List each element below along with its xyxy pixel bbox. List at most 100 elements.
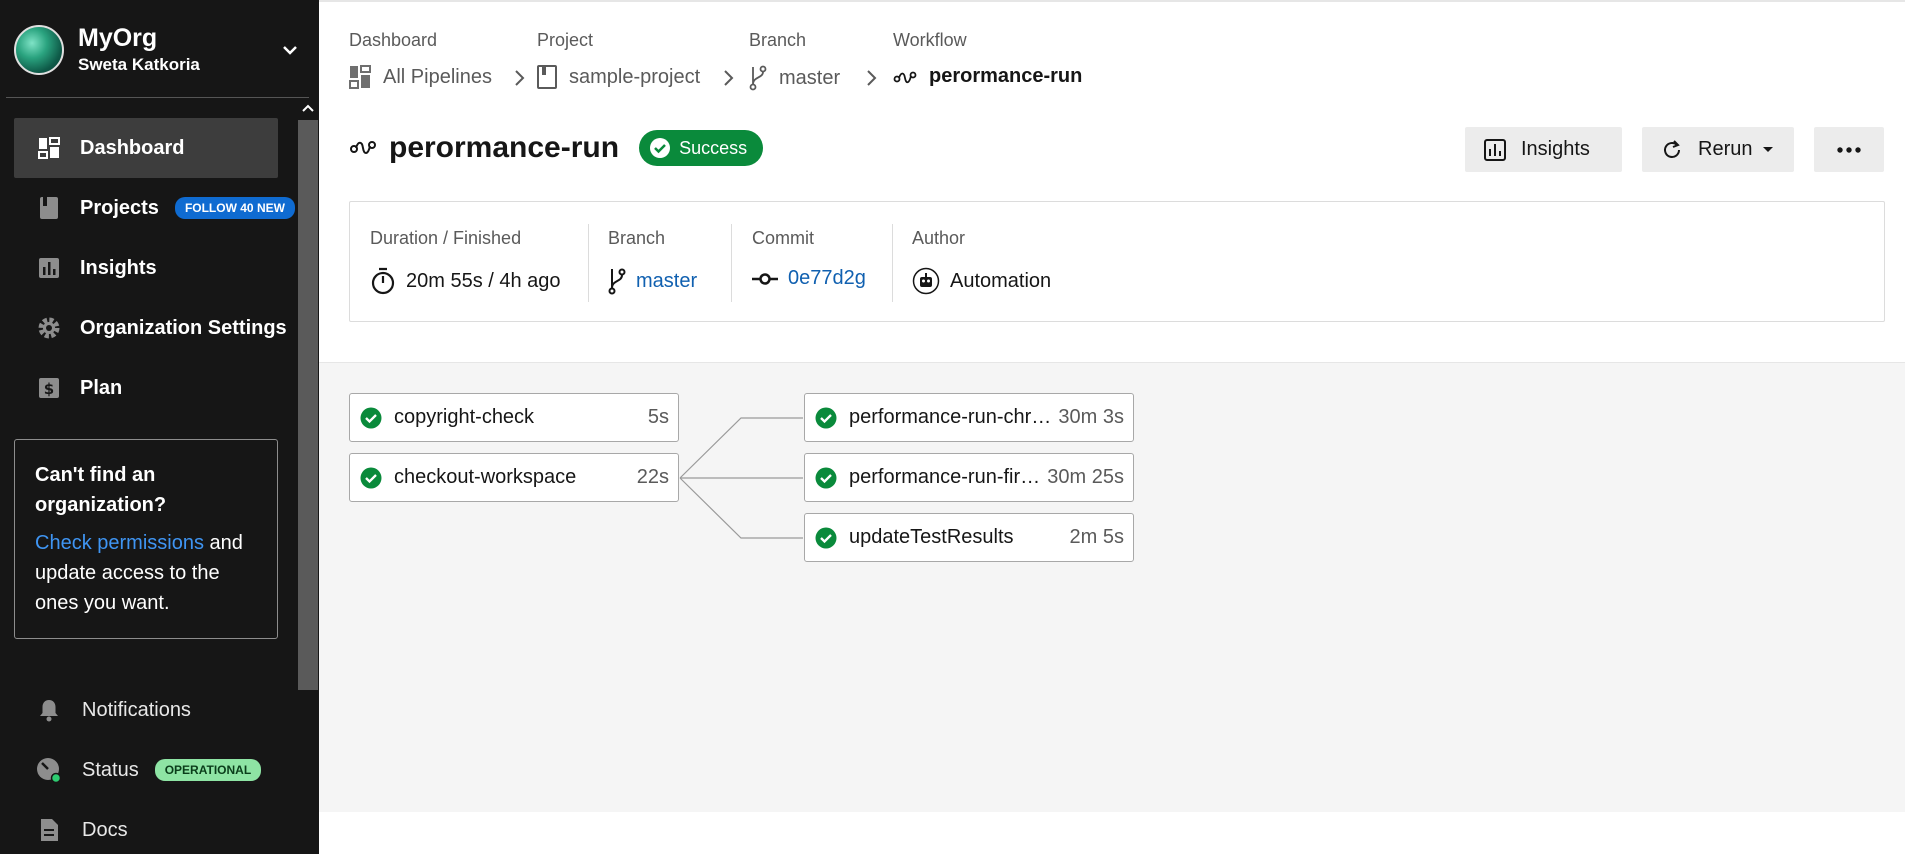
- job-copyright-check[interactable]: copyright-check 5s: [349, 393, 679, 442]
- robot-icon: [912, 267, 940, 295]
- sidebar-item-label: Docs: [82, 818, 128, 841]
- rerun-label: Rerun: [1698, 138, 1753, 160]
- branch-icon: [608, 268, 626, 295]
- breadcrumb-value[interactable]: master: [779, 67, 840, 90]
- bar-chart-icon: [1484, 138, 1506, 161]
- job-name: checkout-workspace: [394, 466, 577, 488]
- org-user: Sweta Katkoria: [78, 55, 200, 74]
- caret-down-icon: [1763, 146, 1774, 152]
- commit-label: Commit: [752, 228, 814, 248]
- divider: [6, 97, 309, 98]
- branch-label: Branch: [608, 228, 666, 248]
- sidebar-item-dashboard[interactable]: Dashboard: [14, 118, 278, 178]
- status-icon: [36, 757, 62, 783]
- status-badge: Success: [639, 130, 764, 166]
- breadcrumb-branch[interactable]: Branch master: [749, 30, 840, 91]
- job-update-test-results[interactable]: updateTestResults 2m 5s: [804, 513, 1134, 562]
- commit-icon: [752, 272, 778, 285]
- success-icon: [360, 467, 382, 488]
- sidebar-item-plan[interactable]: $ Plan: [14, 358, 278, 418]
- breadcrumb-value[interactable]: All Pipelines: [383, 66, 492, 89]
- refresh-icon: [1664, 139, 1680, 158]
- sidebar-item-label: Notifications: [82, 698, 191, 721]
- sidebar-item-label: Insights: [80, 256, 157, 279]
- sidebar-item-label: Dashboard: [80, 136, 185, 159]
- sidebar-item-status[interactable]: Status OPERATIONAL: [14, 750, 284, 790]
- branch-field: Branch master: [608, 202, 697, 321]
- job-duration: 5s: [647, 406, 669, 428]
- breadcrumb-value: perormance-run: [929, 65, 1083, 87]
- breadcrumb-label: Dashboard: [349, 30, 438, 50]
- card-title: Can't find an organization?: [35, 464, 167, 516]
- sidebar-item-insights[interactable]: Insights: [14, 238, 278, 298]
- sidebar-item-label: Plan: [80, 376, 123, 399]
- duration-value: 20m 55s / 4h ago: [406, 269, 561, 292]
- success-icon: [360, 407, 382, 428]
- insights-label: Insights: [1521, 138, 1590, 160]
- divider: [588, 224, 589, 302]
- dashboard-icon: [349, 65, 371, 89]
- book-icon: [36, 195, 62, 221]
- job-duration: 22s: [636, 466, 669, 488]
- check-permissions-link[interactable]: Check permissions: [35, 532, 204, 554]
- job-duration: 30m 3s: [1058, 406, 1124, 428]
- job-name: performance-run-chrome: [849, 406, 1055, 428]
- scroll-up-icon[interactable]: [300, 100, 316, 116]
- sidebar-item-organization-settings[interactable]: Organization Settings: [14, 298, 287, 358]
- book-icon: [537, 65, 557, 89]
- breadcrumb-label: Project: [537, 30, 594, 50]
- breadcrumb-label: Branch: [749, 30, 807, 50]
- job-checkout-workspace[interactable]: checkout-workspace 22s: [349, 453, 679, 502]
- job-performance-run-chrome[interactable]: performance-run-chrome 30m 3s: [804, 393, 1134, 442]
- job-name: updateTestResults: [849, 526, 1014, 548]
- duration-label: Duration / Finished: [370, 228, 522, 248]
- success-icon: [815, 527, 837, 548]
- follow-badge[interactable]: FOLLOW 40 NEW: [174, 197, 295, 219]
- card-text: Check permissions and update access to t…: [35, 528, 257, 618]
- chevron-right-icon: [724, 70, 734, 86]
- main-content: Dashboard All Pipelines Project sample-p…: [319, 0, 1905, 854]
- missing-org-card: Can't find an organization? Check permis…: [14, 439, 278, 639]
- branch-icon: [749, 65, 767, 91]
- author-label: Author: [912, 228, 966, 248]
- success-icon: [815, 467, 837, 488]
- commit-field: Commit 0e77d2g: [752, 202, 866, 321]
- rerun-button[interactable]: Rerun: [1642, 127, 1794, 172]
- chevron-right-icon: [867, 70, 877, 86]
- sidebar-item-docs[interactable]: Docs: [14, 810, 284, 850]
- insights-button[interactable]: Insights: [1465, 127, 1622, 172]
- org-avatar: [14, 25, 64, 75]
- breadcrumb-project[interactable]: Project sample-project: [537, 30, 700, 89]
- duration-field: Duration / Finished 20m 55s / 4h ago: [370, 202, 561, 321]
- chevron-down-icon[interactable]: [278, 38, 302, 62]
- sidebar-item-projects[interactable]: Projects FOLLOW 40 NEW: [14, 178, 295, 238]
- sidebar-item-notifications[interactable]: Notifications: [14, 690, 284, 730]
- dashboard-icon: [36, 135, 62, 161]
- divider: [892, 224, 893, 302]
- sidebar-item-label: Projects: [80, 196, 159, 219]
- breadcrumb-label: Workflow: [893, 30, 967, 50]
- timer-icon: [371, 267, 395, 295]
- dollar-icon: $: [36, 375, 62, 401]
- breadcrumb-value[interactable]: sample-project: [569, 66, 700, 89]
- org-name: MyOrg: [78, 24, 158, 52]
- sidebar: MyOrg Sweta Katkoria Dashboard Projects …: [0, 0, 319, 854]
- sidebar-item-label: Status: [82, 758, 139, 781]
- more-options-button[interactable]: [1814, 127, 1884, 172]
- branch-link[interactable]: master: [636, 270, 697, 293]
- org-switcher[interactable]: MyOrg Sweta Katkoria: [14, 24, 304, 76]
- job-name: performance-run-firefox: [849, 466, 1044, 488]
- breadcrumb-workflow[interactable]: Workflow perormance-run: [893, 30, 1082, 87]
- job-performance-run-firefox[interactable]: performance-run-firefox 30m 25s: [804, 453, 1134, 502]
- job-duration: 30m 25s: [1047, 466, 1124, 488]
- sidebar-item-label: Organization Settings: [80, 316, 287, 339]
- author-field: Author Automation: [912, 202, 1051, 321]
- breadcrumb-dashboard[interactable]: Dashboard All Pipelines: [349, 30, 492, 89]
- job-name: copyright-check: [394, 406, 535, 428]
- workflow-header: perormance-run Success: [349, 130, 764, 166]
- commit-link[interactable]: 0e77d2g: [788, 267, 866, 290]
- status-badge: OPERATIONAL: [154, 759, 262, 781]
- scrollbar-thumb[interactable]: [298, 120, 318, 690]
- bell-icon: [36, 697, 62, 723]
- bar-chart-icon: [36, 255, 62, 281]
